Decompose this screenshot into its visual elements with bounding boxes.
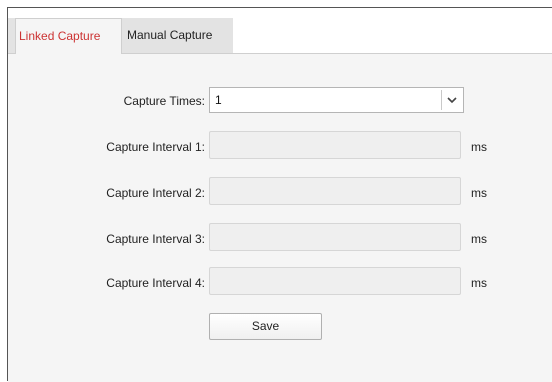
select-divider (441, 90, 442, 110)
capture-interval-2-label: Capture Interval 2: (106, 186, 205, 200)
capture-interval-2-unit: ms (471, 186, 487, 200)
capture-times-select[interactable]: 1 (209, 87, 464, 113)
capture-interval-1-field[interactable] (209, 131, 461, 159)
capture-interval-1-unit: ms (471, 140, 487, 154)
capture-interval-1-label: Capture Interval 1: (106, 140, 205, 154)
window-border-left (7, 7, 8, 381)
capture-interval-4-unit: ms (471, 276, 487, 290)
window-border-top (7, 7, 552, 8)
save-button[interactable]: Save (209, 313, 322, 340)
chevron-down-icon[interactable] (446, 96, 458, 104)
capture-interval-3-label: Capture Interval 3: (106, 232, 205, 246)
capture-settings-window: Linked Capture Manual Capture Capture Ti… (0, 0, 552, 382)
tab-linked-capture[interactable]: Linked Capture (15, 18, 122, 54)
capture-interval-3-field[interactable] (209, 223, 461, 251)
capture-interval-4-field[interactable] (209, 267, 461, 295)
capture-interval-2-field[interactable] (209, 177, 461, 205)
tab-manual-capture[interactable]: Manual Capture (124, 18, 232, 54)
capture-times-value: 1 (215, 93, 222, 107)
capture-interval-4-label: Capture Interval 4: (106, 276, 205, 290)
capture-times-label: Capture Times: (123, 94, 205, 108)
capture-interval-3-unit: ms (471, 232, 487, 246)
